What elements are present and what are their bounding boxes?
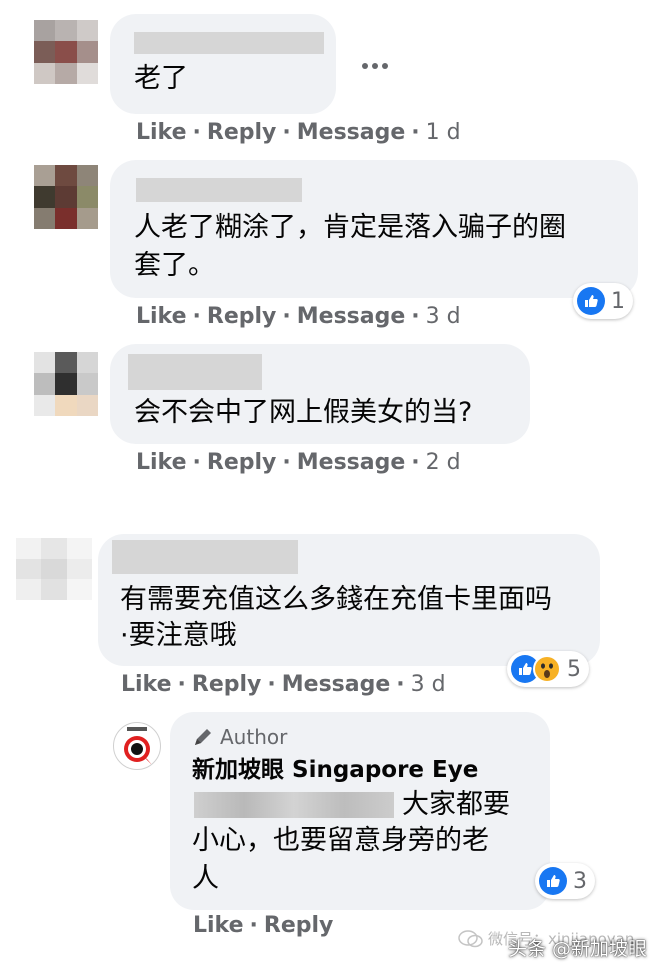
- wow-reaction-icon: [533, 655, 561, 683]
- reaction-count: 1: [611, 288, 625, 314]
- more-horizontal-icon: [362, 63, 388, 69]
- like-reaction-icon: [539, 867, 567, 895]
- comment-text: 老了: [134, 63, 188, 94]
- commenter-name-redacted: [112, 540, 298, 574]
- comment-text-line: ·要注意哦: [120, 620, 237, 651]
- reaction-summary[interactable]: 1: [573, 283, 633, 319]
- avatar[interactable]: [34, 352, 98, 416]
- like-reaction-icon: [577, 287, 605, 315]
- timestamp[interactable]: 3 d: [426, 304, 461, 329]
- commenter-name-redacted: [128, 354, 262, 390]
- comment-text: 会不会中了网上假美女的当?: [134, 397, 473, 428]
- avatar[interactable]: [34, 20, 98, 84]
- message-link[interactable]: Message: [282, 672, 391, 697]
- like-link[interactable]: Like: [193, 913, 244, 938]
- comment-actions: Like · Reply · Message · 2 d: [136, 450, 461, 475]
- wechat-icon: [458, 929, 483, 947]
- timestamp[interactable]: 2 d: [426, 450, 461, 475]
- comment-text-line: 人老了糊涂了，肯定是落入骗子的圈: [134, 212, 566, 243]
- reply-link[interactable]: Reply: [207, 120, 277, 145]
- avatar[interactable]: [34, 165, 98, 229]
- avatar[interactable]: [16, 538, 92, 600]
- reaction-count: 5: [567, 656, 581, 682]
- eye-logo-icon: [124, 727, 152, 765]
- commenter-name-redacted: [136, 178, 302, 202]
- commenter-name-redacted: [134, 32, 324, 54]
- comment-actions: Like · Reply · Message · 3 d: [121, 672, 446, 697]
- comment-text-line: 有需要充值这么多錢在充值卡里面吗: [120, 584, 552, 615]
- author-badge: Author: [192, 723, 287, 751]
- message-link[interactable]: Message: [297, 120, 406, 145]
- toutiao-watermark: 头条 @新加坡眼: [508, 938, 648, 960]
- author-avatar[interactable]: [113, 722, 161, 770]
- comment-text-line: 套了。: [134, 250, 215, 281]
- reply-link[interactable]: Reply: [207, 304, 277, 329]
- reaction-count: 3: [573, 868, 587, 894]
- reply-link[interactable]: Reply: [264, 913, 334, 938]
- like-link[interactable]: Like: [136, 120, 187, 145]
- reply-link[interactable]: Reply: [207, 450, 277, 475]
- reply-author-name[interactable]: 新加坡眼 Singapore Eye: [192, 755, 478, 785]
- pen-icon: [195, 729, 211, 745]
- redacted-text: [194, 792, 394, 818]
- timestamp[interactable]: 1 d: [426, 120, 461, 145]
- author-badge-label: Author: [220, 725, 288, 749]
- comment-actions: Like · Reply · Message · 3 d: [136, 304, 461, 329]
- reply-text-line: 人: [192, 863, 219, 894]
- comment-actions: Like · Reply · Message · 1 d: [136, 120, 461, 145]
- like-link[interactable]: Like: [136, 450, 187, 475]
- message-link[interactable]: Message: [297, 450, 406, 475]
- reaction-summary[interactable]: 5: [507, 651, 589, 687]
- like-link[interactable]: Like: [121, 672, 172, 697]
- message-link[interactable]: Message: [297, 304, 406, 329]
- reply-link[interactable]: Reply: [192, 672, 262, 697]
- more-options-button[interactable]: [360, 58, 390, 72]
- reply-text-line: 小心，也要留意身旁的老: [192, 825, 489, 856]
- reply-actions: Like · Reply: [193, 913, 334, 938]
- timestamp[interactable]: 3 d: [411, 672, 446, 697]
- reaction-summary[interactable]: 3: [535, 863, 595, 899]
- like-link[interactable]: Like: [136, 304, 187, 329]
- reply-text-line: 大家都要: [402, 789, 510, 820]
